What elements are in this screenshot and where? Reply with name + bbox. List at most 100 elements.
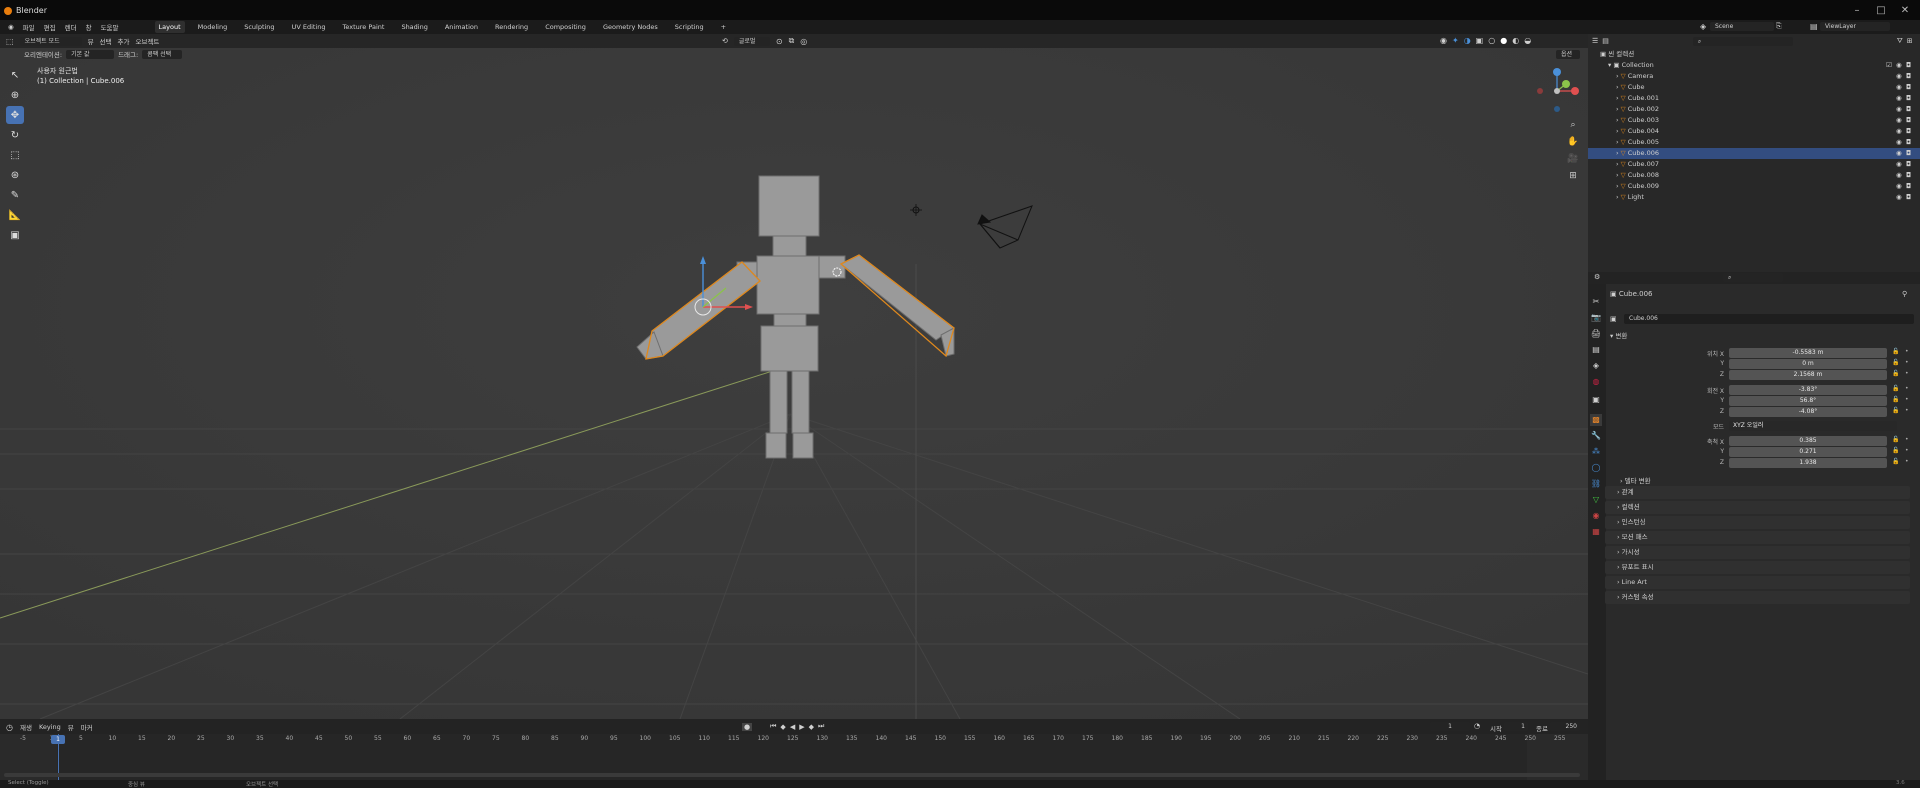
- solid-shading-icon[interactable]: ●: [1500, 36, 1507, 45]
- visibility-eye-icon[interactable]: ◉: [1896, 82, 1902, 93]
- zoom-icon[interactable]: ⌕: [1566, 118, 1580, 132]
- vp-menu-view[interactable]: 뷰: [88, 36, 94, 46]
- jump-end-icon[interactable]: ⏭: [818, 722, 824, 731]
- keyframe-dot-icon[interactable]: •: [1905, 407, 1909, 414]
- measure-tool[interactable]: 📐: [6, 206, 24, 224]
- tab-scripting[interactable]: Scripting: [671, 21, 708, 33]
- pivot-icon[interactable]: ⊙: [776, 37, 783, 46]
- output-tab-icon[interactable]: 🖨: [1590, 328, 1602, 340]
- keyframe-dot-icon[interactable]: •: [1905, 396, 1909, 403]
- outliner-item[interactable]: › ▽ Cube.004 ◉ ◘: [1588, 126, 1920, 137]
- lock-icon[interactable]: 🔓: [1892, 436, 1899, 443]
- outliner-item[interactable]: › ▽ Cube.001 ◉ ◘: [1588, 93, 1920, 104]
- outliner-editor[interactable]: ☰ ▤ ⌕ ⛛ ⊞ ▣ 씬 컬렉션 ▾ ▣ Collection ☑ ◉ ◘ ›…: [1588, 34, 1920, 272]
- transform-panel-header[interactable]: ▾ 변환: [1610, 330, 1627, 340]
- modifier-tab-icon[interactable]: 🔧: [1590, 430, 1602, 442]
- visibility-eye-icon[interactable]: ◉: [1896, 60, 1902, 71]
- tab-compositing[interactable]: Compositing: [541, 21, 590, 33]
- lock-icon[interactable]: 🔓: [1892, 458, 1899, 465]
- display-mode-icon[interactable]: ▤: [1602, 37, 1609, 45]
- scale-tool[interactable]: ⬚: [6, 146, 24, 164]
- scale-z-field[interactable]: 1.938: [1729, 458, 1887, 468]
- outliner-item[interactable]: › ▽ Cube.009 ◉ ◘: [1588, 181, 1920, 192]
- vp-menu-object[interactable]: 오브젝트: [135, 36, 159, 46]
- current-frame-field[interactable]: 1: [1430, 722, 1470, 731]
- lock-icon[interactable]: 🔓: [1892, 407, 1899, 414]
- lock-icon[interactable]: 🔓: [1892, 359, 1899, 366]
- outliner-item[interactable]: › ▽ Cube.005 ◉ ◘: [1588, 137, 1920, 148]
- location-x-field[interactable]: -0.5583 m: [1729, 348, 1887, 358]
- exclude-checkbox[interactable]: ☑: [1886, 60, 1892, 71]
- tab-sculpting[interactable]: Sculpting: [240, 21, 278, 33]
- lock-icon[interactable]: 🔓: [1892, 385, 1899, 392]
- constraints-tab-icon[interactable]: ⛓: [1590, 478, 1602, 490]
- scene-tab-icon[interactable]: ◈: [1590, 360, 1602, 372]
- outliner-item[interactable]: › ▽ Light ◉ ◘: [1588, 192, 1920, 203]
- timeline-menu-view[interactable]: 뷰: [68, 722, 74, 732]
- delta-transform-header[interactable]: › 델타 변환: [1620, 475, 1651, 485]
- outliner-item[interactable]: › ▽ Cube.003 ◉ ◘: [1588, 115, 1920, 126]
- close-button[interactable]: ✕: [1896, 3, 1914, 19]
- rotation-z-field[interactable]: -4.08°: [1729, 407, 1887, 417]
- next-keyframe-icon[interactable]: ◆: [809, 723, 814, 731]
- render-camera-icon[interactable]: ◘: [1906, 181, 1911, 192]
- outliner-item[interactable]: › ▽ Cube.006 ◉ ◘: [1588, 148, 1920, 159]
- visibility-eye-icon[interactable]: ◉: [1896, 104, 1902, 115]
- transform-tool[interactable]: ⊛: [6, 166, 24, 184]
- vp-menu-select[interactable]: 선택: [100, 36, 112, 46]
- texture-tab-icon[interactable]: ▦: [1590, 526, 1602, 538]
- rotate-tool[interactable]: ↻: [6, 126, 24, 144]
- scale-x-field[interactable]: 0.385: [1729, 436, 1887, 446]
- keyframe-dot-icon[interactable]: •: [1905, 385, 1909, 392]
- lock-icon[interactable]: 🔓: [1892, 370, 1899, 377]
- start-frame-field[interactable]: 1: [1504, 722, 1528, 731]
- menu-edit[interactable]: 편집: [44, 22, 56, 32]
- tab-modeling[interactable]: Modeling: [194, 21, 232, 33]
- outliner-collection[interactable]: ▾ ▣ Collection ☑ ◉ ◘: [1588, 60, 1920, 71]
- rendered-shading-icon[interactable]: ◒: [1524, 36, 1531, 45]
- render-camera-icon[interactable]: ◘: [1906, 170, 1911, 181]
- frame-ruler[interactable]: -515101520253035404550556065707580859095…: [0, 735, 1588, 745]
- scale-y-field[interactable]: 0.271: [1729, 447, 1887, 457]
- visibility-eye-icon[interactable]: ◉: [1896, 126, 1902, 137]
- move-tool[interactable]: ✥: [6, 106, 24, 124]
- outliner-editor-type-icon[interactable]: ☰: [1592, 37, 1598, 45]
- data-tab-icon[interactable]: ▽: [1590, 494, 1602, 506]
- panel-header[interactable]: › 뷰포트 표시: [1605, 561, 1910, 574]
- pin-icon[interactable]: ⎘: [1776, 22, 1782, 31]
- xray-toggle-icon[interactable]: ▣: [1476, 36, 1484, 45]
- visibility-eye-icon[interactable]: ◉: [1896, 159, 1902, 170]
- menu-file[interactable]: 파일: [23, 22, 35, 32]
- material-tab-icon[interactable]: ◉: [1590, 510, 1602, 522]
- tab-texture-paint[interactable]: Texture Paint: [338, 21, 388, 33]
- lock-icon[interactable]: 🔓: [1892, 447, 1899, 454]
- timeline-menu-playback[interactable]: 재생: [20, 722, 32, 732]
- playhead[interactable]: 1: [51, 735, 65, 744]
- gizmo-toggle-icon[interactable]: ✦: [1452, 36, 1459, 45]
- location-y-field[interactable]: 0 m: [1729, 359, 1887, 369]
- select-box-tool[interactable]: ↖: [6, 66, 24, 84]
- proportional-edit-icon[interactable]: ◎: [800, 37, 807, 46]
- render-camera-icon[interactable]: ◘: [1906, 137, 1911, 148]
- visibility-eye-icon[interactable]: ◉: [1896, 93, 1902, 104]
- render-camera-icon[interactable]: ◘: [1906, 192, 1911, 203]
- render-camera-icon[interactable]: ◘: [1906, 82, 1911, 93]
- editor-type-icon[interactable]: ◉: [8, 23, 14, 31]
- object-name-field[interactable]: Cube.006: [1624, 314, 1914, 324]
- viewport-scene[interactable]: [0, 34, 1588, 719]
- overlay-toggle-icon[interactable]: ◑: [1464, 36, 1471, 45]
- options-dropdown[interactable]: 옵션: [1556, 50, 1580, 59]
- tab-shading[interactable]: Shading: [397, 21, 431, 33]
- visibility-eye-icon[interactable]: ◉: [1896, 71, 1902, 82]
- timeline-scrollbar[interactable]: [4, 773, 1580, 777]
- timeline-editor[interactable]: ◷ 재생 Keying 뷰 마커 ● ⏮ ◆ ◀ ▶ ◆ ⏭ 1 ◔ 시작 1 …: [0, 719, 1588, 780]
- tab-uv-editing[interactable]: UV Editing: [288, 21, 330, 33]
- end-frame-field[interactable]: 250: [1550, 722, 1580, 731]
- view-layer-selector[interactable]: ViewLayer: [1820, 22, 1890, 31]
- material-shading-icon[interactable]: ◐: [1512, 36, 1519, 45]
- rotation-x-field[interactable]: -3.83°: [1729, 385, 1887, 395]
- timeline-menu-keying[interactable]: Keying: [39, 723, 61, 731]
- render-camera-icon[interactable]: ◘: [1906, 159, 1911, 170]
- outliner-item[interactable]: › ▽ Camera ◉ ◘: [1588, 71, 1920, 82]
- physics-tab-icon[interactable]: ◯: [1590, 462, 1602, 474]
